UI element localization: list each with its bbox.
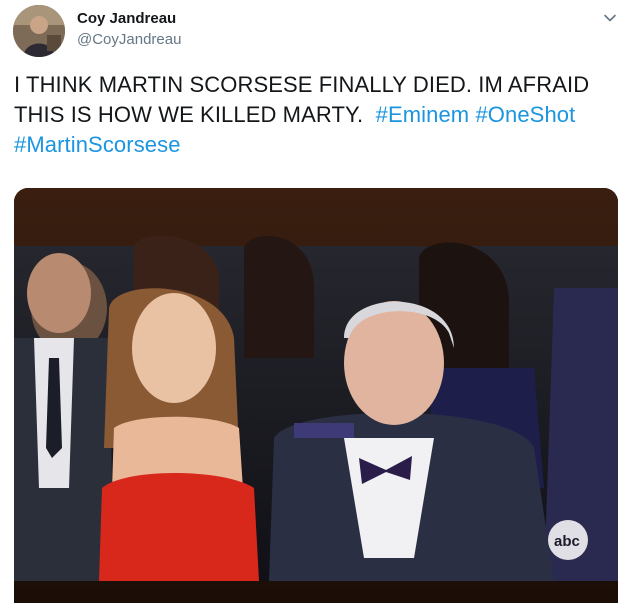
tweet-text: I THINK MARTIN SCORSESE FINALLY DIED. IM… [14,70,624,160]
hashtag-link[interactable]: #Eminem [376,102,470,127]
tweet-text-line: THIS IS HOW WE KILLED MARTY. [14,102,364,127]
avatar[interactable] [13,5,65,57]
hashtag-link[interactable]: #MartinScorsese [14,132,181,157]
user-handle[interactable]: @CoyJandreau [77,31,181,48]
tv-screen-photo: abc [14,188,618,603]
display-name[interactable]: Coy Jandreau [77,10,176,27]
network-logo-text: abc [554,533,580,550]
avatar-photo [13,5,65,57]
hashtag-link[interactable]: #OneShot [475,102,575,127]
chevron-down-icon[interactable] [602,10,618,26]
tweet-text-line: I THINK MARTIN SCORSESE FINALLY DIED. IM… [14,72,590,97]
tweet-media[interactable]: abc [14,188,618,603]
